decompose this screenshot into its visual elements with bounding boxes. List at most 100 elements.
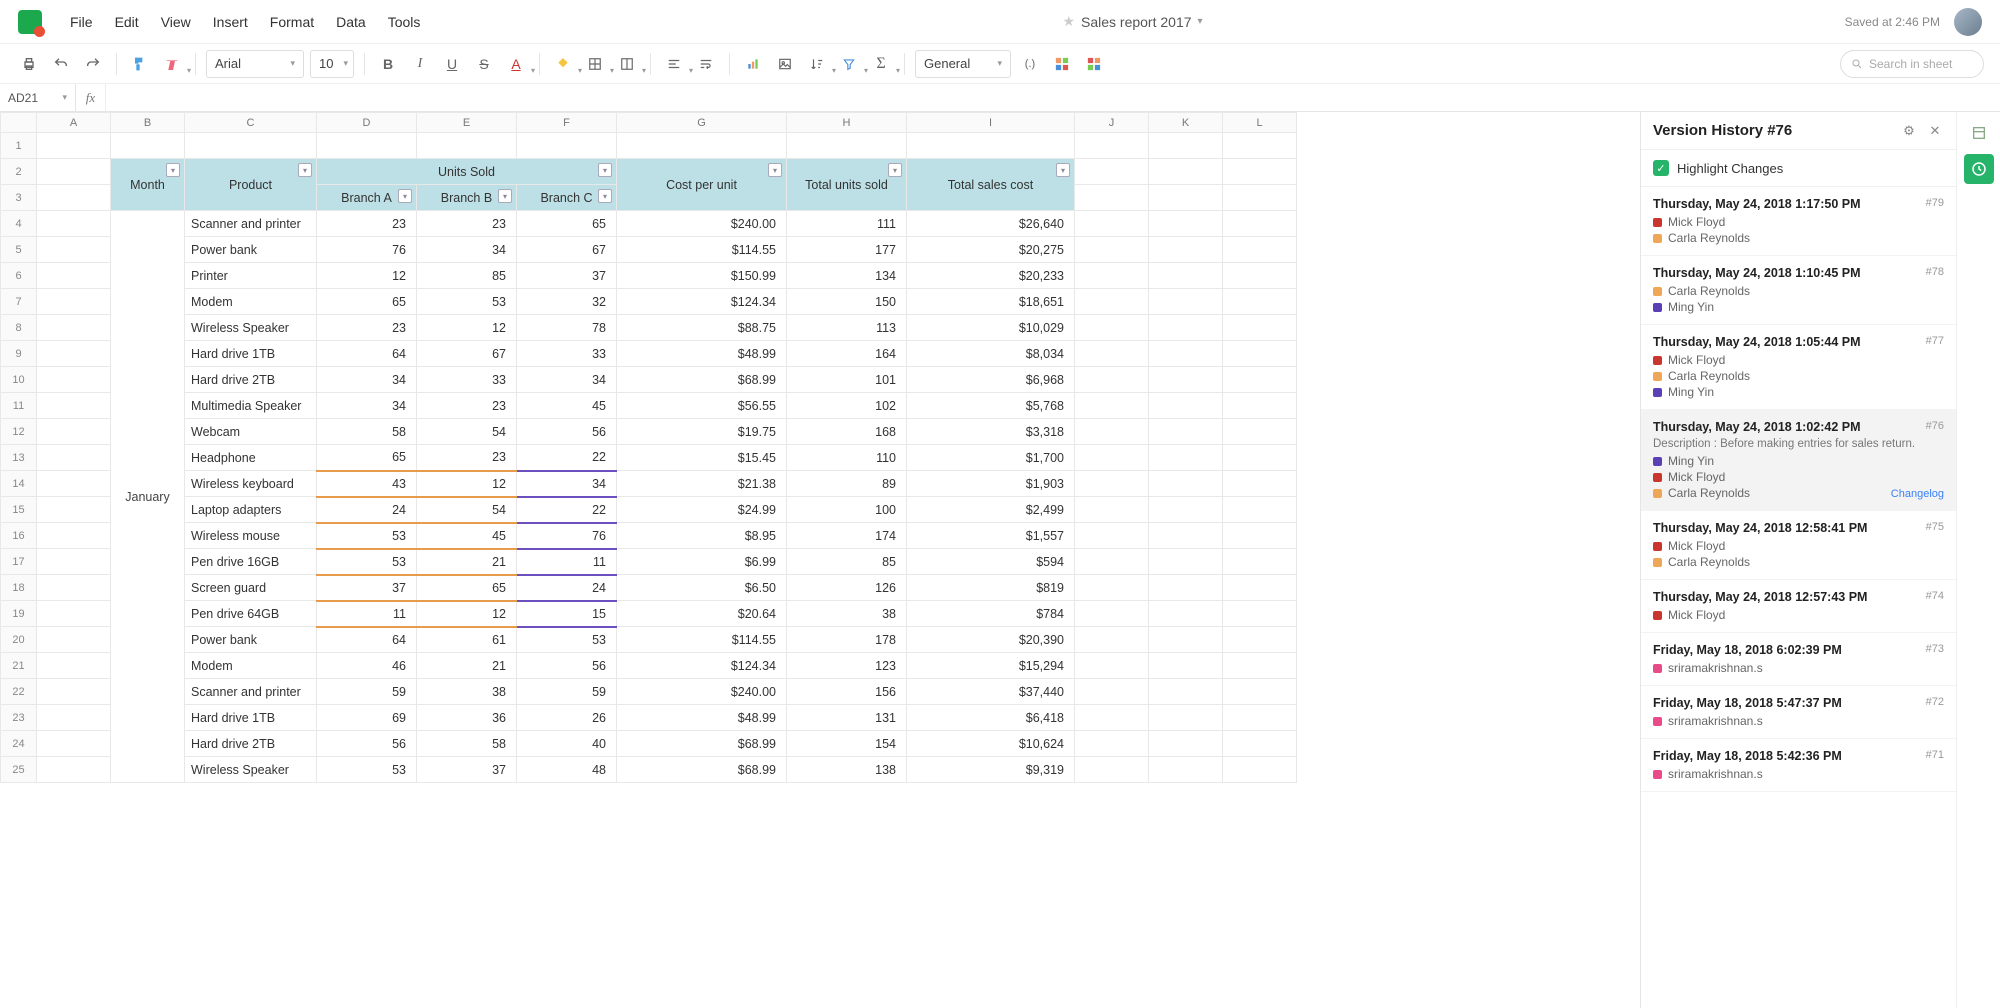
cell-branch-c[interactable]: 48 [517, 757, 617, 783]
cell-branch-a[interactable]: 34 [317, 367, 417, 393]
cell-total-cost[interactable]: $594 [907, 549, 1075, 575]
filter-dropdown-icon[interactable]: ▾ [498, 189, 512, 203]
cell-cpu[interactable]: $24.99 [617, 497, 787, 523]
cell-branch-b[interactable]: 12 [417, 601, 517, 627]
highlight-changes-toggle[interactable]: ✓ Highlight Changes [1641, 150, 1956, 187]
chevron-down-icon[interactable]: ▾ [1198, 16, 1203, 27]
cell-product[interactable]: Hard drive 1TB [185, 341, 317, 367]
cell-total-units[interactable]: 150 [787, 289, 907, 315]
cell-product[interactable]: Webcam [185, 419, 317, 445]
cell-total-cost[interactable]: $20,233 [907, 263, 1075, 289]
menu-tools[interactable]: Tools [388, 14, 421, 30]
cell-product[interactable]: Hard drive 2TB [185, 367, 317, 393]
search-input[interactable]: Search in sheet [1840, 50, 1984, 78]
cell-total-units[interactable]: 89 [787, 471, 907, 497]
cell-branch-c[interactable]: 53 [517, 627, 617, 653]
row-header[interactable]: 13 [1, 445, 37, 471]
cell-cpu[interactable]: $68.99 [617, 731, 787, 757]
cell-product[interactable]: Pen drive 16GB [185, 549, 317, 575]
version-item[interactable]: Thursday, May 24, 2018 12:57:43 PM #74Mi… [1641, 580, 1956, 633]
cell-product[interactable]: Screen guard [185, 575, 317, 601]
cell-total-units[interactable]: 101 [787, 367, 907, 393]
col-header-F[interactable]: F [517, 113, 617, 133]
cell-cpu[interactable]: $240.00 [617, 211, 787, 237]
row-header[interactable]: 11 [1, 393, 37, 419]
cell-branch-a[interactable]: 64 [317, 627, 417, 653]
changelog-link[interactable]: Changelog [1891, 488, 1944, 500]
cell-total-units[interactable]: 154 [787, 731, 907, 757]
cell-branch-a[interactable]: 12 [317, 263, 417, 289]
cell-cpu[interactable]: $48.99 [617, 341, 787, 367]
row-header[interactable]: 10 [1, 367, 37, 393]
col-header-C[interactable]: C [185, 113, 317, 133]
avatar[interactable] [1954, 8, 1982, 36]
cell-branch-b[interactable]: 33 [417, 367, 517, 393]
cell-branch-a[interactable]: 76 [317, 237, 417, 263]
row-header[interactable]: 5 [1, 237, 37, 263]
row-header[interactable]: 12 [1, 419, 37, 445]
cell-total-units[interactable]: 85 [787, 549, 907, 575]
cell-total-units[interactable]: 178 [787, 627, 907, 653]
cell-cpu[interactable]: $240.00 [617, 679, 787, 705]
cell-total-units[interactable]: 174 [787, 523, 907, 549]
clear-format-icon[interactable] [159, 51, 185, 77]
cell-branch-a[interactable]: 24 [317, 497, 417, 523]
cell-total-cost[interactable]: $37,440 [907, 679, 1075, 705]
filter-dropdown-icon[interactable]: ▾ [598, 189, 612, 203]
cell-total-cost[interactable]: $5,768 [907, 393, 1075, 419]
cell-product[interactable]: Laptop adapters [185, 497, 317, 523]
cell-branch-a[interactable]: 23 [317, 211, 417, 237]
cell-total-cost[interactable]: $1,700 [907, 445, 1075, 471]
cell-branch-a[interactable]: 56 [317, 731, 417, 757]
filter-icon[interactable] [836, 51, 862, 77]
cell-branch-c[interactable]: 33 [517, 341, 617, 367]
cell-product[interactable]: Wireless keyboard [185, 471, 317, 497]
cell-branch-b[interactable]: 23 [417, 445, 517, 471]
cell-branch-a[interactable]: 37 [317, 575, 417, 601]
col-header-J[interactable]: J [1075, 113, 1149, 133]
cell-branch-c[interactable]: 24 [517, 575, 617, 601]
row-header[interactable]: 4 [1, 211, 37, 237]
filter-dropdown-icon[interactable]: ▾ [298, 163, 312, 177]
cell-total-cost[interactable]: $2,499 [907, 497, 1075, 523]
image-icon[interactable] [772, 51, 798, 77]
row-header[interactable]: 23 [1, 705, 37, 731]
parens-icon[interactable]: (.) [1017, 51, 1043, 77]
filter-dropdown-icon[interactable]: ▾ [166, 163, 180, 177]
cell-branch-a[interactable]: 65 [317, 289, 417, 315]
cond-format-icon[interactable] [1049, 51, 1075, 77]
cell-branch-b[interactable]: 85 [417, 263, 517, 289]
cell-branch-a[interactable]: 64 [317, 341, 417, 367]
cell-branch-b[interactable]: 38 [417, 679, 517, 705]
cell-branch-b[interactable]: 58 [417, 731, 517, 757]
row-header[interactable]: 17 [1, 549, 37, 575]
cell-total-units[interactable]: 110 [787, 445, 907, 471]
cell-total-cost[interactable]: $6,418 [907, 705, 1075, 731]
cell-branch-a[interactable]: 11 [317, 601, 417, 627]
cell-branch-b[interactable]: 37 [417, 757, 517, 783]
menu-file[interactable]: File [70, 14, 93, 30]
cell-branch-b[interactable]: 23 [417, 211, 517, 237]
header-tus[interactable]: Total units sold▾ [787, 159, 907, 211]
row-header[interactable]: 8 [1, 315, 37, 341]
undo-icon[interactable] [48, 51, 74, 77]
header-branch-a[interactable]: Branch A▾ [317, 185, 417, 211]
col-header-K[interactable]: K [1149, 113, 1223, 133]
cell-branch-c[interactable]: 67 [517, 237, 617, 263]
cell-total-cost[interactable]: $20,390 [907, 627, 1075, 653]
cell-total-units[interactable]: 111 [787, 211, 907, 237]
cell-branch-b[interactable]: 54 [417, 497, 517, 523]
cell-branch-c[interactable]: 78 [517, 315, 617, 341]
cell-name-box[interactable]: AD21▾ [0, 84, 76, 111]
star-icon[interactable]: ★ [1062, 13, 1075, 30]
cell-branch-a[interactable]: 65 [317, 445, 417, 471]
cell-total-units[interactable]: 113 [787, 315, 907, 341]
cell-product[interactable]: Wireless mouse [185, 523, 317, 549]
col-header-H[interactable]: H [787, 113, 907, 133]
cell-total-cost[interactable]: $8,034 [907, 341, 1075, 367]
cell-month[interactable]: January [111, 211, 185, 783]
cell-cpu[interactable]: $68.99 [617, 757, 787, 783]
version-item[interactable]: Friday, May 18, 2018 6:02:39 PM #73srira… [1641, 633, 1956, 686]
row-header[interactable]: 2 [1, 159, 37, 185]
cell-total-units[interactable]: 138 [787, 757, 907, 783]
